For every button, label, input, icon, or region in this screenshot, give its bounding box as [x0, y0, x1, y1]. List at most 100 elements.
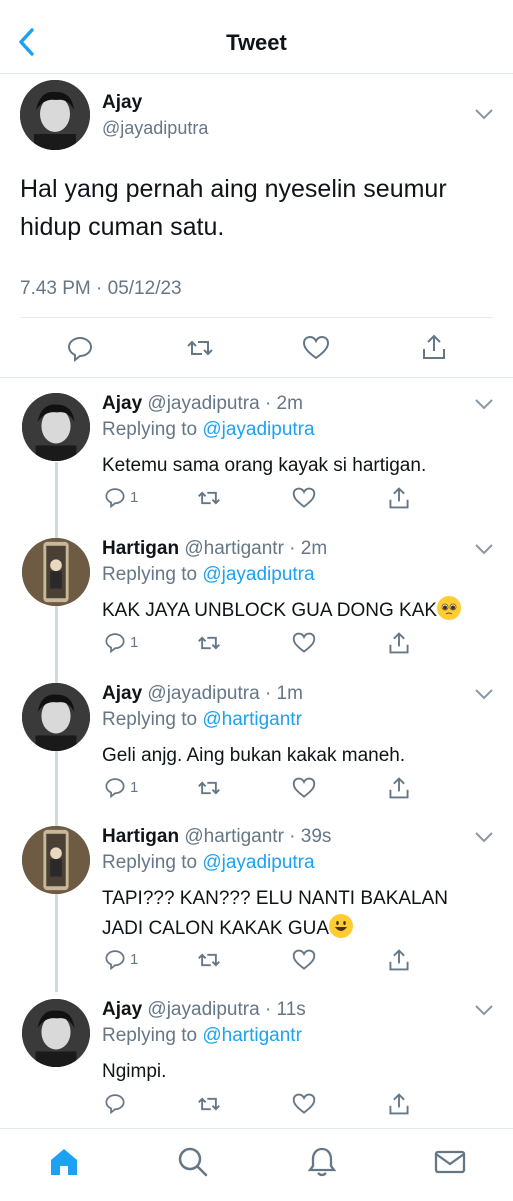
heart-icon[interactable] — [292, 776, 316, 800]
author-handle[interactable]: @jayadiputra · 1m — [147, 683, 303, 704]
search-icon[interactable] — [176, 1145, 210, 1179]
author-handle[interactable]: @hartigantr · 2m — [184, 538, 327, 559]
replying-to: Replying to @hartigantr — [102, 709, 302, 731]
reply-tweet[interactable]: Ajay @jayadiputra · 11s Replying to @har… — [0, 999, 513, 1124]
top-bar: Tweet — [0, 0, 513, 74]
share-icon[interactable] — [387, 631, 411, 655]
reply-tweet[interactable]: Ajay @jayadiputra · 1m Replying to @hart… — [0, 683, 513, 813]
retweet-icon[interactable] — [197, 631, 221, 655]
reply-icon — [105, 778, 125, 799]
reply-tweet[interactable]: Ajay @jayadiputra · 2m Replying to @jaya… — [0, 393, 513, 523]
reply-icon — [105, 1094, 125, 1115]
reply-actions — [104, 1092, 424, 1118]
replying-to-link[interactable]: @jayadiputra — [202, 419, 314, 440]
replying-prefix: Replying to — [102, 564, 203, 585]
chevron-down-icon[interactable] — [473, 397, 495, 411]
home-icon[interactable] — [47, 1145, 81, 1179]
reply-icon[interactable] — [66, 334, 94, 362]
author-handle[interactable]: @jayadiputra · 2m — [147, 393, 303, 414]
reply-button[interactable]: 1 — [104, 631, 144, 655]
notifications-icon[interactable] — [305, 1145, 339, 1179]
heart-icon[interactable] — [302, 334, 330, 362]
chevron-down-icon[interactable] — [473, 687, 495, 701]
replying-prefix: Replying to — [102, 419, 203, 440]
author-name[interactable]: Ajay — [102, 393, 142, 414]
heart-icon[interactable] — [292, 948, 316, 972]
reply-count: 1 — [130, 489, 139, 506]
reply-text: Ketemu sama orang kayak si hartigan. — [102, 455, 427, 476]
reply-button[interactable]: 1 — [104, 776, 144, 800]
reply-button[interactable]: 1 — [104, 486, 144, 510]
reply-header: Hartigan @hartigantr · 2m — [102, 538, 327, 560]
replying-to-link[interactable]: @hartigantr — [202, 1025, 302, 1046]
reply-header: Hartigan @hartigantr · 39s — [102, 826, 331, 848]
reply-count: 1 — [130, 951, 139, 968]
reply-actions: 1 — [104, 631, 424, 657]
smiley-emoji — [329, 914, 354, 938]
author-handle[interactable]: @jayadiputra — [102, 118, 208, 139]
avatar[interactable] — [20, 80, 90, 150]
bottom-tab-bar — [0, 1128, 513, 1201]
page-title: Tweet — [226, 30, 287, 55]
reply-tweet[interactable]: Hartigan @hartigantr · 39s Replying to @… — [0, 826, 513, 986]
chevron-down-icon[interactable] — [473, 830, 495, 844]
retweet-icon[interactable] — [197, 776, 221, 800]
replying-to-link[interactable]: @hartigantr — [202, 709, 302, 730]
reply-text: Geli anjg. Aing bukan kakak maneh. — [102, 745, 406, 766]
reply-icon — [105, 633, 125, 654]
chevron-down-icon[interactable] — [473, 1003, 495, 1017]
reply-actions: 1 — [104, 948, 424, 974]
reply-actions: 1 — [104, 486, 424, 512]
replying-to: Replying to @hartigantr — [102, 1025, 302, 1047]
messages-icon[interactable] — [433, 1145, 467, 1179]
author-name[interactable]: Ajay — [102, 683, 142, 704]
reply-header: Ajay @jayadiputra · 11s — [102, 999, 306, 1021]
replying-prefix: Replying to — [102, 1025, 203, 1046]
share-icon[interactable] — [387, 948, 411, 972]
divider — [0, 377, 513, 378]
author-name[interactable]: Hartigan — [102, 538, 179, 559]
replying-to-link[interactable]: @jayadiputra — [202, 564, 314, 585]
divider — [20, 317, 493, 318]
share-icon[interactable] — [420, 333, 448, 361]
share-icon[interactable] — [387, 486, 411, 510]
reply-text-container: TAPI??? KAN??? ELU NANTI BAKALAN JADI CA… — [102, 884, 472, 944]
author-handle[interactable]: @hartigantr · 39s — [184, 826, 331, 847]
share-icon[interactable] — [387, 1092, 411, 1116]
retweet-icon[interactable] — [186, 334, 214, 362]
author-name[interactable]: Ajay — [102, 999, 142, 1020]
reply-icon — [105, 488, 125, 509]
chevron-down-icon[interactable] — [473, 107, 495, 121]
reply-count: 1 — [130, 634, 139, 651]
reply-tweet[interactable]: Hartigan @hartigantr · 2m Replying to @j… — [0, 538, 513, 668]
reply-header: Ajay @jayadiputra · 2m — [102, 393, 303, 415]
replying-to: Replying to @jayadiputra — [102, 564, 315, 586]
reply-count: 1 — [130, 779, 139, 796]
author-name[interactable]: Hartigan — [102, 826, 179, 847]
pleading-face-emoji — [437, 596, 462, 620]
retweet-icon[interactable] — [197, 948, 221, 972]
replying-to: Replying to @jayadiputra — [102, 419, 315, 441]
reply-button[interactable]: 1 — [104, 948, 144, 972]
heart-icon[interactable] — [292, 631, 316, 655]
chevron-down-icon[interactable] — [473, 542, 495, 556]
retweet-icon[interactable] — [197, 1092, 221, 1116]
reply-text-container: KAK JAYA UNBLOCK GUA DONG KAK — [102, 596, 497, 626]
replying-prefix: Replying to — [102, 709, 203, 730]
share-icon[interactable] — [387, 776, 411, 800]
reply-button[interactable] — [104, 1092, 144, 1116]
replying-prefix: Replying to — [102, 852, 203, 873]
retweet-icon[interactable] — [197, 486, 221, 510]
heart-icon[interactable] — [292, 1092, 316, 1116]
reply-icon — [105, 950, 125, 971]
reply-actions: 1 — [104, 776, 424, 802]
heart-icon[interactable] — [292, 486, 316, 510]
tweet-text: Hal yang pernah aing nyeselin seumur hid… — [20, 175, 447, 241]
author-handle[interactable]: @jayadiputra · 11s — [147, 999, 305, 1020]
tweet-timestamp: 7.43 PM · 05/12/23 — [20, 278, 182, 299]
replying-to: Replying to @jayadiputra — [102, 852, 315, 874]
author-name[interactable]: Ajay — [102, 92, 142, 114]
reply-text: Ngimpi. — [102, 1061, 167, 1082]
reply-header: Ajay @jayadiputra · 1m — [102, 683, 303, 705]
replying-to-link[interactable]: @jayadiputra — [202, 852, 314, 873]
